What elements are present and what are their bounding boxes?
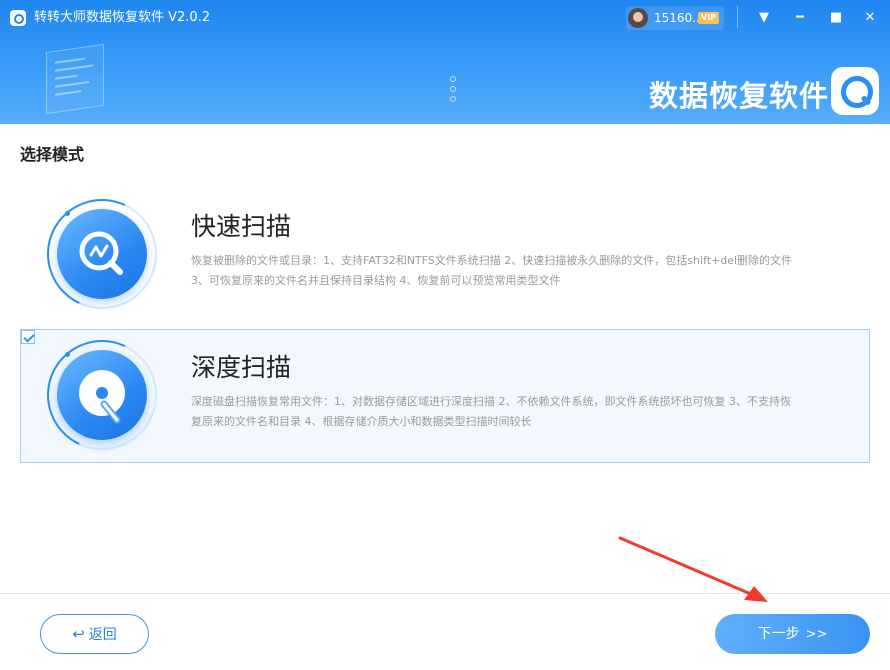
annotation-arrow-icon [618,536,768,602]
disk-scan-icon [31,324,173,466]
mode-option-quick-scan[interactable]: 快速扫描 恢复被删除的文件或目录：1、支持FAT32和NTFS文件系统扫描 2、… [20,183,870,325]
titlebar-divider [737,6,738,28]
return-arrow-icon: ↩ [72,625,85,643]
banner-logo-icon [831,67,879,115]
banner-title: 数据恢复软件 [649,79,830,113]
close-button[interactable]: ✕ [859,8,881,28]
user-id: 15160... [654,11,704,25]
title-bar[interactable]: 转转大师数据恢复软件 V2.0.2 15160... VIP ▼ ━ ■ ✕ [0,0,890,36]
app-logo-icon [10,10,26,26]
selected-checkbox[interactable] [21,330,35,344]
avatar [628,8,648,28]
app-window: 转转大师数据恢复软件 V2.0.2 15160... VIP ▼ ━ ■ ✕ 数… [0,0,890,670]
back-button-label: 返回 [88,627,117,643]
mode-option-deep-scan[interactable]: 深度扫描 深度磁盘扫描恢复常用文件：1、对数据存储区域进行深度扫描 2、不依赖文… [20,324,870,466]
next-step-button[interactable]: 下一步 >> [715,614,870,654]
maximize-button[interactable]: ■ [825,8,847,28]
chart-search-icon [31,183,173,325]
window-title: 转转大师数据恢复软件 V2.0.2 [34,10,211,25]
mode-description: 恢复被删除的文件或目录：1、支持FAT32和NTFS文件系统扫描 2、快速扫描被… [191,254,793,287]
banner-decoration-dots [450,76,456,106]
banner-decoration-panel [46,43,104,115]
next-button-label: 下一步 [757,626,800,642]
mode-title: 快速扫描 [191,212,292,241]
mode-description: 深度磁盘扫描恢复常用文件：1、对数据存储区域进行深度扫描 2、不依赖文件系统，即… [191,395,791,428]
section-title: 选择模式 [20,145,85,164]
minimize-button[interactable]: ━ [789,8,811,28]
mode-title: 深度扫描 [191,353,292,382]
header-banner: 转转大师数据恢复软件 V2.0.2 15160... VIP ▼ ━ ■ ✕ 数… [0,0,890,124]
vip-badge: VIP [698,12,720,24]
menu-dropdown-button[interactable]: ▼ [753,8,775,28]
back-button[interactable]: ↩ 返回 [40,614,149,654]
double-chevron-right-icon: >> [805,627,828,642]
user-account[interactable]: 15160... VIP [626,6,724,30]
